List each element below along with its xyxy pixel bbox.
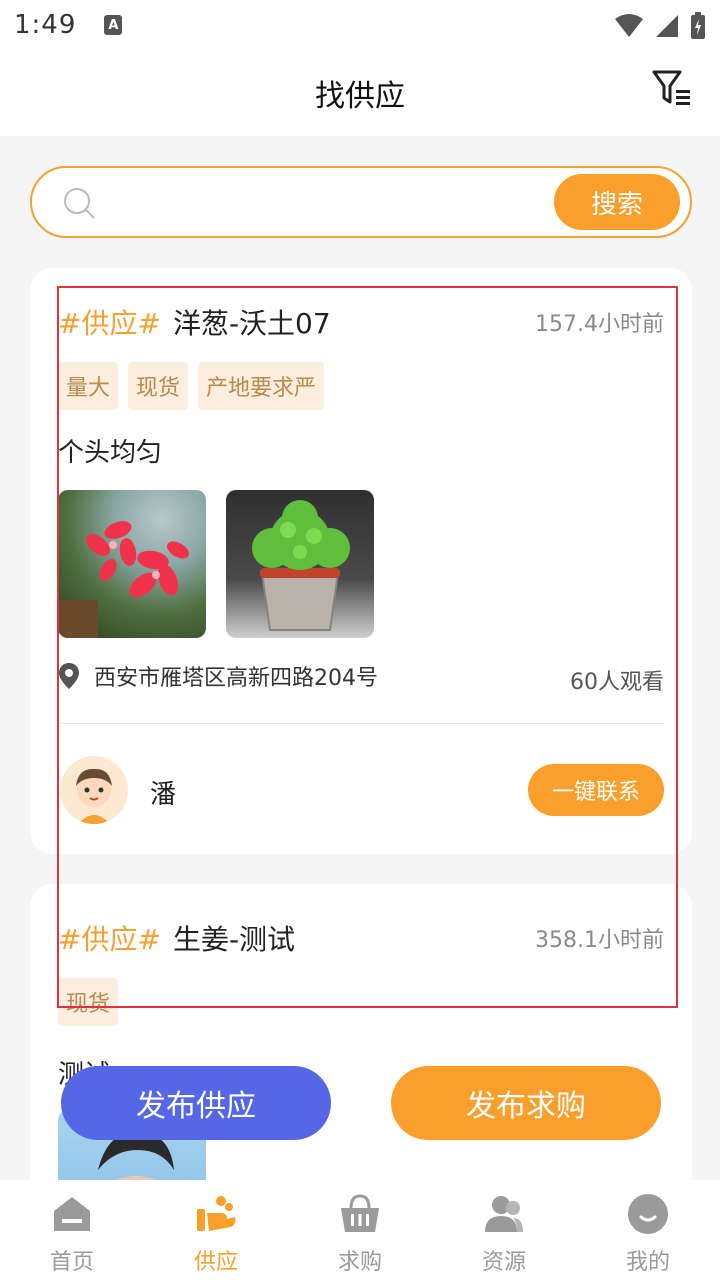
status-time: 1:49 [14,10,77,40]
contact-button[interactable]: 一键联系 [528,764,664,816]
battery-icon [691,12,705,39]
search-bar: 搜索 [30,166,692,238]
avatar[interactable] [60,756,128,824]
tab-resources[interactable]: 资源 [432,1180,576,1280]
supply-card[interactable]: #供应# 生姜-测试 358.1小时前 现货 测试 [30,884,692,1204]
notification-icon: A [104,15,123,35]
supply-type-tag: #供应# [58,923,161,956]
tag-list: 现货 [58,978,119,1026]
tab-label: 资源 [481,1250,526,1275]
tab-label: 供应 [193,1250,238,1275]
tag: 现货 [128,362,189,410]
tab-profile[interactable]: 我的 [576,1180,720,1280]
status-bar: 1:49 A [0,0,720,50]
supply-card[interactable]: #供应# 洋葱-沃土07 157.4小时前 量大 现货 产地要求严 个头均匀 西… [30,268,692,854]
tag: 现货 [58,978,119,1026]
publish-supply-button[interactable]: 发布供应 [61,1066,331,1140]
card-title: #供应# 洋葱-沃土07 [58,302,331,342]
tab-supply[interactable]: 供应 [144,1180,288,1280]
header: 找供应 [0,50,720,136]
tab-purchase[interactable]: 求购 [288,1180,432,1280]
home-icon [50,1192,94,1236]
users-icon [482,1192,526,1236]
page-title: 找供应 [315,79,405,114]
location-pin-icon [59,663,79,689]
search-button[interactable]: 搜索 [554,174,680,230]
tag-list: 量大 现货 产地要求严 [58,362,325,410]
tag: 量大 [58,362,119,410]
product-name: 生姜-测试 [172,923,296,956]
filter-icon[interactable] [650,66,694,110]
card-title: #供应# 生姜-测试 [58,918,295,958]
tag: 产地要求严 [198,362,325,410]
signal-icon [656,15,678,37]
plant-photo[interactable] [226,490,374,638]
user-name: 潘 [150,780,177,810]
supply-type-tag: #供应# [58,307,161,340]
search-icon [64,188,95,219]
basket-icon [338,1192,382,1236]
product-name: 洋葱-沃土07 [172,307,331,340]
publish-purchase-button[interactable]: 发布求购 [391,1066,661,1140]
search-input[interactable] [112,182,542,222]
status-icons [614,12,706,40]
time-ago: 358.1小时前 [535,928,664,953]
product-description: 个头均匀 [58,438,163,468]
wifi-icon [615,14,643,37]
tab-label: 我的 [625,1250,670,1275]
tab-label: 首页 [49,1250,94,1275]
tab-home[interactable]: 首页 [0,1180,144,1280]
profile-icon [626,1192,670,1236]
supply-icon [194,1192,238,1236]
tab-bar: 首页 供应 求购 资源 我的 [0,1180,720,1280]
tab-label: 求购 [337,1250,382,1275]
time-ago: 157.4小时前 [535,312,664,337]
divider [58,723,664,724]
view-count: 60人观看 [570,670,664,695]
location: 西安市雁塔区高新四路204号 [58,660,378,692]
photo-list [58,490,374,638]
location-text: 西安市雁塔区高新四路204号 [94,666,378,691]
flower-photo[interactable] [58,490,206,638]
